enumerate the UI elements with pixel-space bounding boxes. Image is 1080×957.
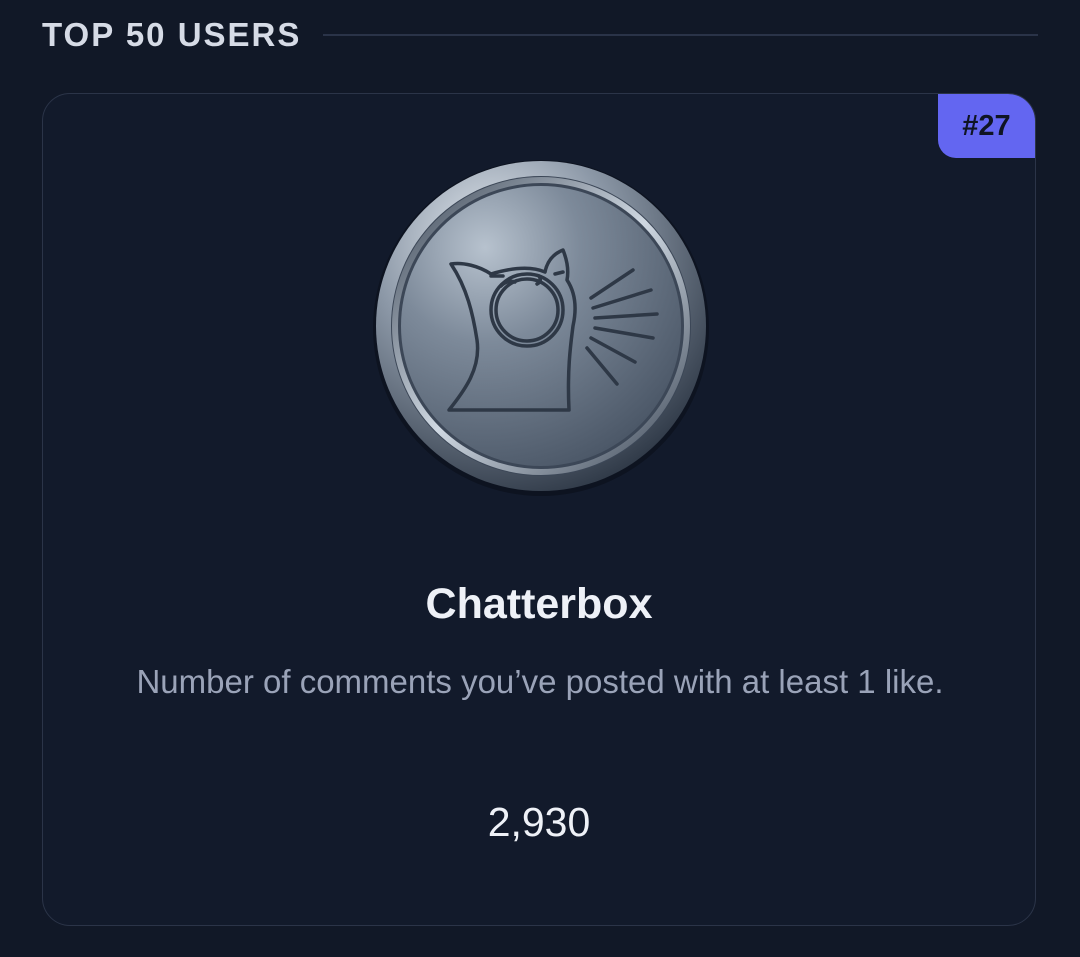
achievement-card[interactable]: #27 Chatterbox Number of comments you’ve… (42, 93, 1036, 926)
section-title: TOP 50 USERS (42, 16, 302, 53)
section-header: TOP 50 USERS (42, 14, 1038, 56)
achievement-description: Number of comments you’ve posted with at… (136, 663, 944, 700)
achievement-title: Chatterbox (425, 580, 653, 628)
achievement-count: 2,930 (487, 799, 591, 845)
rank-badge: #27 (938, 94, 1035, 158)
section-divider (323, 34, 1038, 36)
chatterbox-cat-medal-icon (373, 160, 709, 496)
